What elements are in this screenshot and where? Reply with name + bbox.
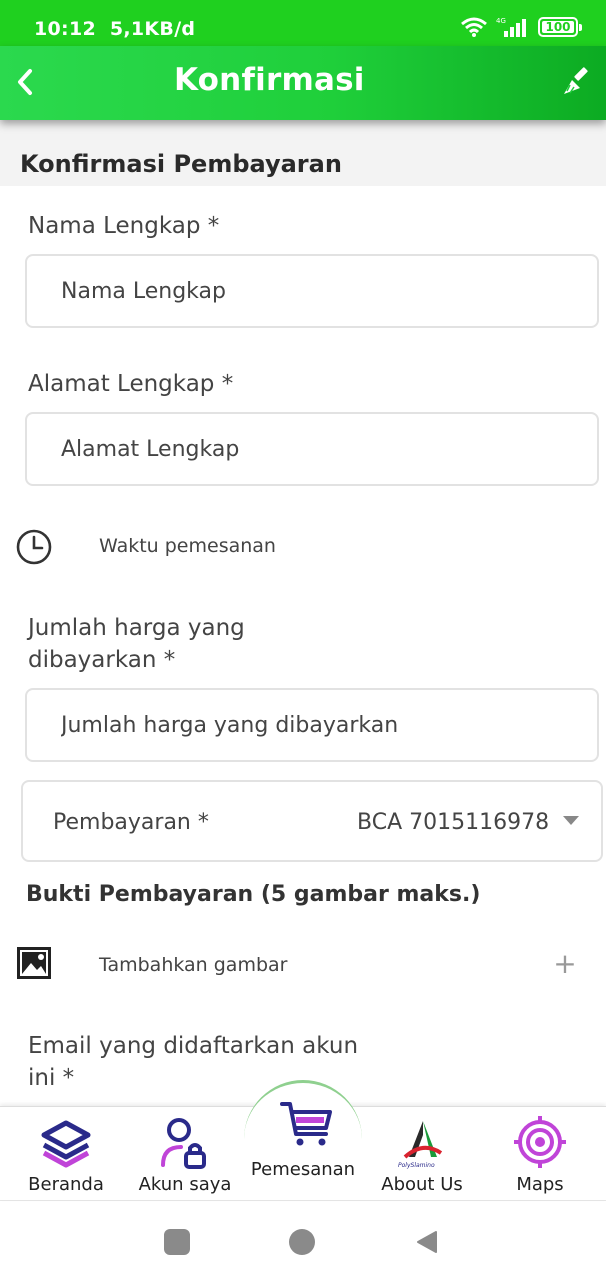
caret-down-icon — [563, 816, 579, 825]
clock-icon — [16, 529, 52, 565]
network-speed-text: 5,1KB/d — [109, 18, 196, 40]
clock-text: 10:12 — [34, 18, 96, 40]
nav-about-us[interactable]: PolySlamino About Us — [364, 1107, 480, 1201]
about-us-logo-text: PolySlamino — [398, 1162, 435, 1169]
image-icon — [17, 947, 51, 979]
battery-icon: 100 — [538, 17, 582, 37]
nama-label: Nama Lengkap * — [28, 213, 220, 239]
nav-akun-saya-label: Akun saya — [138, 1174, 232, 1195]
nav-pemesanan-label: Pemesanan — [250, 1159, 356, 1180]
status-bar: 10:12 5,1KB/d 4G 100 — [0, 0, 606, 46]
add-image-label: Tambahkan gambar — [99, 954, 288, 976]
nama-field[interactable] — [25, 254, 599, 328]
chevron-left-icon — [18, 69, 32, 95]
back-triangle-icon[interactable] — [414, 1229, 440, 1255]
nav-beranda[interactable]: Beranda — [8, 1107, 124, 1201]
home-button[interactable] — [289, 1229, 315, 1255]
jumlah-label-line2: dibayarkan * — [28, 647, 176, 673]
alamat-field[interactable] — [25, 412, 599, 486]
page-title: Konfirmasi — [174, 62, 365, 98]
target-icon — [514, 1116, 566, 1168]
nav-beranda-label: Beranda — [28, 1174, 104, 1195]
nav-about-us-label: About Us — [381, 1174, 463, 1195]
network-type-text: 4G — [496, 17, 506, 25]
nama-input[interactable] — [61, 256, 561, 326]
user-lock-icon — [161, 1118, 206, 1169]
email-label-line1: Email yang didaftarkan akun — [28, 1033, 359, 1059]
app-bar: Konfirmasi — [0, 46, 606, 120]
status-time: 10:12 5,1KB/d — [34, 18, 195, 40]
cart-icon[interactable] — [278, 1098, 336, 1152]
clear-form-button[interactable] — [558, 64, 594, 100]
waktu-label: Waktu pemesanan — [99, 535, 276, 557]
plus-icon[interactable]: + — [552, 950, 578, 978]
battery-level-text: 100 — [545, 20, 571, 34]
back-button[interactable] — [8, 62, 48, 102]
section-header: Konfirmasi Pembayaran — [0, 120, 606, 186]
jumlah-label: Jumlah harga yang dibayarkan * — [28, 612, 245, 676]
bukti-title: Bukti Pembayaran (5 gambar maks.) — [26, 882, 481, 907]
pembayaran-dropdown[interactable]: Pembayaran * BCA 7015116978 — [21, 780, 603, 862]
jumlah-input[interactable] — [61, 690, 561, 760]
alamat-input[interactable] — [61, 414, 561, 484]
layers-icon — [41, 1120, 91, 1168]
wifi-icon — [461, 17, 487, 37]
recent-apps-button[interactable] — [164, 1229, 190, 1255]
jumlah-label-line1: Jumlah harga yang — [28, 615, 245, 641]
nav-maps[interactable]: Maps — [482, 1107, 598, 1201]
nav-akun-saya[interactable]: Akun saya — [124, 1107, 246, 1201]
nav-maps-label: Maps — [516, 1174, 564, 1195]
alamat-label: Alamat Lengkap * — [28, 371, 234, 397]
pembayaran-value: BCA 7015116978 — [357, 810, 550, 835]
section-title: Konfirmasi Pembayaran — [20, 150, 342, 178]
status-icons: 4G 100 — [460, 16, 582, 38]
about-us-logo-icon: PolySlamino — [398, 1121, 443, 1169]
signal-icon: 4G — [496, 17, 526, 37]
jumlah-field[interactable] — [25, 688, 599, 762]
pembayaran-label: Pembayaran * — [53, 810, 209, 835]
system-navigation-bar — [0, 1200, 606, 1280]
brush-icon — [564, 67, 588, 94]
